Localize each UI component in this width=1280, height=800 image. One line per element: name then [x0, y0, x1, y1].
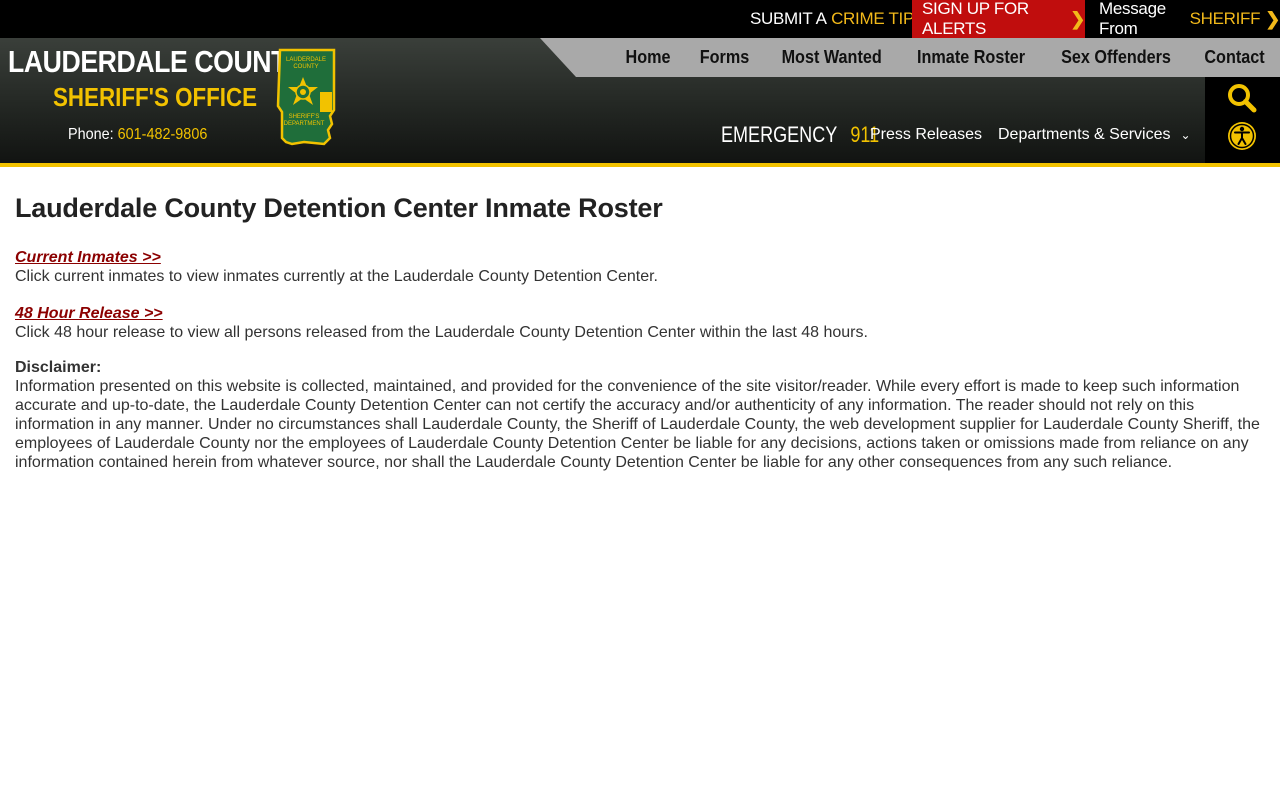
- nav-forms[interactable]: Forms: [699, 47, 749, 68]
- chevron-down-icon: ⌄: [1180, 128, 1191, 142]
- 48-hour-release-description: Click 48 hour release to view all person…: [15, 324, 868, 341]
- chevron-right-icon: ❯: [1265, 8, 1280, 29]
- svg-text:SHERIFF'S: SHERIFF'S: [289, 114, 320, 120]
- page-content: Lauderdale County Detention Center Inmat…: [15, 193, 1265, 472]
- current-inmates-link[interactable]: Current Inmates >>: [15, 249, 161, 267]
- top-utility-bar: SUBMIT A CRIME TIP❯ SIGN UP FOR ALERTS❯ …: [0, 0, 1280, 38]
- main-nav: Home Forms Most Wanted Inmate Roster Sex…: [623, 38, 1280, 77]
- phone-number-link[interactable]: 601-482-9806: [118, 126, 208, 143]
- brand-office-name: SHERIFF'S OFFICE: [53, 82, 258, 112]
- crime-tip-prefix: SUBMIT A: [750, 9, 827, 28]
- submit-crime-tip-link[interactable]: SUBMIT A CRIME TIP❯: [750, 0, 934, 38]
- nav-inmate-roster[interactable]: Inmate Roster: [917, 47, 1025, 68]
- departments-services-dropdown[interactable]: Departments & Services ⌄: [998, 118, 1191, 152]
- page-title: Lauderdale County Detention Center Inmat…: [15, 193, 663, 223]
- nav-contact[interactable]: Contact: [1204, 47, 1264, 68]
- nav-sex-offenders[interactable]: Sex Offenders: [1061, 47, 1171, 68]
- press-releases-link[interactable]: Press Releases: [870, 118, 982, 152]
- svg-text:DEPARTMENT: DEPARTMENT: [284, 121, 325, 127]
- search-icon[interactable]: [1226, 82, 1258, 114]
- nav-most-wanted[interactable]: Most Wanted: [781, 47, 881, 68]
- alerts-label: SIGN UP FOR ALERTS: [922, 0, 1029, 38]
- nav-home[interactable]: Home: [625, 47, 670, 68]
- sign-up-alerts-link[interactable]: SIGN UP FOR ALERTS ❯: [912, 0, 1085, 38]
- departments-label: Departments & Services: [998, 126, 1171, 143]
- phone-contact: Phone: 601-482-9806: [68, 126, 207, 144]
- crime-tip-accent: CRIME TIP: [831, 9, 915, 28]
- disclaimer-heading: Disclaimer:: [15, 359, 102, 376]
- emergency-label: EMERGENCY: [721, 122, 838, 147]
- sheriff-accent: SHERIFF: [1189, 9, 1261, 28]
- brand-county-name: LAUDERDALE COUNTY: [8, 44, 305, 79]
- sheriff-prefix: Message From: [1099, 0, 1166, 38]
- svg-text:COUNTY: COUNTY: [293, 64, 318, 70]
- chevron-right-icon: ❯: [1070, 8, 1085, 29]
- current-inmates-description: Click current inmates to view inmates cu…: [15, 268, 658, 285]
- message-from-sheriff-link[interactable]: Message From SHERIFF ❯: [1099, 0, 1280, 38]
- svg-text:LAUDERDALE: LAUDERDALE: [286, 57, 326, 63]
- disclaimer-text: Information presented on this website is…: [15, 378, 1260, 471]
- header-divider: [0, 163, 1280, 167]
- 48-hour-release-link[interactable]: 48 Hour Release >>: [15, 305, 163, 323]
- emergency-number-link[interactable]: EMERGENCY 911: [721, 118, 879, 152]
- sheriff-seal-logo: LAUDERDALE COUNTY SHERIFF'S DEPARTMENT: [276, 48, 336, 146]
- phone-label: Phone:: [68, 126, 114, 143]
- accessibility-icon[interactable]: [1226, 120, 1258, 152]
